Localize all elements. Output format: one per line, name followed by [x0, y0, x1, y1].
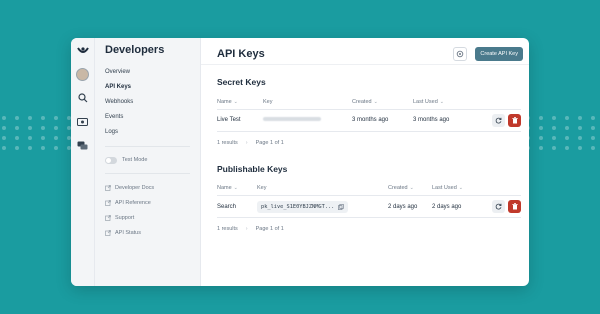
logo-icon[interactable]: [76, 44, 90, 58]
column-header-created[interactable]: Created ⌄: [352, 95, 413, 110]
column-header-last-used[interactable]: Last Used ⌄: [432, 181, 490, 196]
decorative-dots-left: [2, 116, 72, 150]
page-indicator: Page 1 of 1: [255, 139, 284, 146]
publishable-keys-pagination: 1 results › Page 1 of 1: [217, 218, 521, 240]
link-label: Support: [115, 214, 135, 221]
avatar[interactable]: [76, 68, 89, 81]
key-created: 2 days ago: [388, 195, 432, 218]
chevron-down-icon: ⌄: [373, 98, 378, 105]
gear-icon: [457, 50, 464, 57]
app-window: Developers Overview API Keys Webhooks Ev…: [71, 38, 529, 286]
key-created: 3 months ago: [352, 109, 413, 132]
table-row: Search pk_live_S1E0YBJZNMGT... 2 days ag…: [217, 195, 521, 218]
main-content: API Keys Create API Key Secret Keys Name…: [201, 38, 529, 286]
key-name: Search: [217, 195, 257, 218]
chevron-down-icon: ⌄: [233, 98, 238, 105]
delete-key-button[interactable]: [508, 200, 521, 213]
delete-key-button[interactable]: [508, 113, 521, 127]
external-link-icon: [105, 214, 111, 221]
external-link-icon: [105, 184, 111, 191]
chevron-down-icon: ⌄: [233, 185, 238, 192]
results-count: 1 results: [217, 226, 238, 232]
key-text: pk_live_S1E0YBJZNMGT...: [261, 203, 335, 210]
copy-icon[interactable]: [338, 203, 345, 210]
key-name: Live Test: [217, 109, 263, 132]
sidebar-item-logs[interactable]: Logs: [105, 125, 190, 140]
chevron-right-icon[interactable]: ›: [246, 140, 248, 146]
table-row: Live Test 3 months ago 3 months ago: [217, 109, 521, 132]
decorative-dots-right: [526, 116, 596, 150]
sidebar-item-webhooks[interactable]: Webhooks: [105, 95, 190, 110]
roll-key-button[interactable]: [492, 200, 505, 213]
results-count: 1 results: [217, 139, 238, 146]
sidebar-item-api-keys[interactable]: API Keys: [105, 80, 190, 95]
chat-icon[interactable]: [76, 139, 90, 153]
publishable-keys-table: Name ⌄ Key Created ⌄ Last Used ⌄ Search pk_…: [217, 181, 521, 218]
external-link-icon: [105, 199, 111, 206]
page-title: API Keys: [217, 47, 265, 60]
chevron-down-icon: ⌄: [458, 185, 463, 192]
billing-icon[interactable]: [76, 115, 90, 129]
masked-secret-key: [263, 117, 321, 121]
sidebar-divider: [105, 146, 190, 147]
link-label: API Status: [115, 229, 141, 236]
chevron-down-icon: ⌄: [409, 185, 414, 192]
external-link-icon: [105, 229, 111, 236]
publishable-keys-title: Publishable Keys: [217, 163, 288, 174]
link-api-reference[interactable]: API Reference: [105, 195, 190, 210]
roll-key-button[interactable]: [492, 113, 505, 127]
test-mode-toggle[interactable]: [105, 156, 117, 164]
create-api-key-button[interactable]: Create API Key: [475, 46, 523, 61]
refresh-icon: [495, 117, 502, 123]
column-header-name[interactable]: Name ⌄: [217, 181, 257, 196]
column-header-key: Key: [263, 95, 352, 110]
link-support[interactable]: Support: [105, 210, 190, 225]
column-header-key: Key: [257, 181, 388, 196]
sidebar-title: Developers: [105, 44, 165, 56]
sidebar-divider: [105, 173, 190, 174]
secret-keys-title: Secret Keys: [217, 77, 266, 87]
column-header-name[interactable]: Name ⌄: [217, 95, 263, 110]
trash-icon: [511, 116, 518, 123]
sidebar-item-overview[interactable]: Overview: [105, 65, 190, 80]
key-last-used: 3 months ago: [413, 109, 490, 132]
trash-icon: [511, 203, 518, 210]
icon-rail: [71, 38, 95, 286]
column-header-last-used[interactable]: Last Used ⌄: [413, 95, 490, 110]
page-header: API Keys Create API Key: [201, 43, 529, 65]
test-mode-label: Test Mode: [122, 157, 148, 163]
page-indicator: Page 1 of 1: [255, 226, 284, 232]
key-last-used: 2 days ago: [432, 195, 490, 218]
publishable-key-value[interactable]: pk_live_S1E0YBJZNMGT...: [257, 200, 349, 213]
sidebar: Developers Overview API Keys Webhooks Ev…: [95, 38, 201, 286]
chevron-right-icon[interactable]: ›: [246, 226, 248, 232]
search-icon[interactable]: [76, 91, 90, 105]
refresh-icon: [495, 203, 502, 210]
link-label: Developer Docs: [115, 184, 155, 191]
link-label: API Reference: [115, 199, 151, 206]
secret-keys-table: Name ⌄ Key Created ⌄ Last Used ⌄ Live Test …: [217, 95, 521, 132]
test-mode-row: Test Mode: [105, 153, 190, 167]
chevron-down-icon: ⌄: [439, 98, 444, 105]
secret-keys-pagination: 1 results › Page 1 of 1: [217, 132, 521, 154]
link-developer-docs[interactable]: Developer Docs: [105, 180, 190, 195]
link-api-status[interactable]: API Status: [105, 225, 190, 240]
settings-button[interactable]: [453, 46, 468, 61]
sidebar-item-events[interactable]: Events: [105, 110, 190, 125]
column-header-created[interactable]: Created ⌄: [388, 181, 432, 196]
